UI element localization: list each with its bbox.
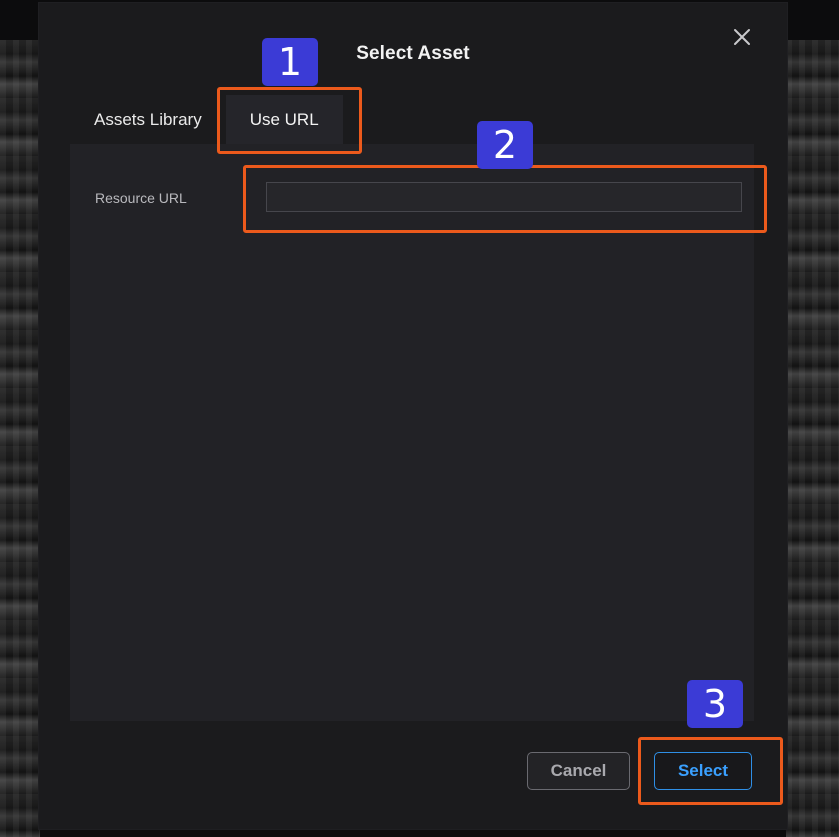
tab-assets-library[interactable]: Assets Library (70, 95, 226, 147)
use-url-panel: Resource URL (70, 144, 754, 721)
background-map-left (0, 40, 40, 837)
tab-use-url[interactable]: Use URL (225, 95, 343, 147)
tab-bar: Assets Library Use URL (70, 95, 343, 147)
dialog-title: Select Asset (356, 43, 470, 64)
resource-url-input[interactable] (266, 182, 742, 212)
screen: Select Asset Assets Library Use URL Reso… (0, 0, 839, 837)
cancel-button[interactable]: Cancel (527, 752, 630, 790)
resource-url-label: Resource URL (95, 190, 187, 206)
select-asset-dialog: Select Asset Assets Library Use URL Reso… (39, 3, 787, 829)
close-icon[interactable] (730, 25, 754, 49)
select-button[interactable]: Select (654, 752, 752, 790)
background-map-right (786, 40, 839, 837)
